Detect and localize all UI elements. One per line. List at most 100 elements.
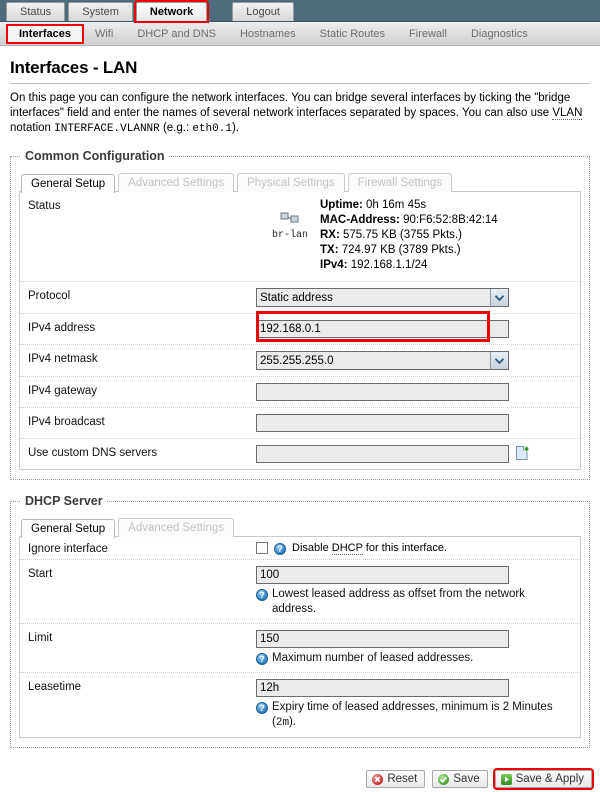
nav-tab-network[interactable]: Network: [133, 0, 210, 23]
custom-dns-label: Use custom DNS servers: [28, 447, 158, 459]
dhcp-leasetime-label: Leasetime: [28, 681, 82, 693]
subnav-item-wifi[interactable]: Wifi: [84, 26, 124, 42]
stat-ipv4-key: IPv4:: [320, 259, 348, 271]
tab-firewall-settings[interactable]: Firewall Settings: [347, 173, 453, 192]
common-config-body: Status br-lan Uptime: 0h 16m 45s MAC-Add…: [19, 191, 581, 470]
help-icon[interactable]: ?: [274, 543, 286, 555]
help-icon[interactable]: ?: [256, 702, 268, 714]
dhcp-start-hint-text: Lowest leased address as offset from the…: [272, 588, 525, 615]
subnav-item-dhcp-and-dns[interactable]: DHCP and DNS: [126, 26, 227, 42]
dhcp-abbr: DHCP: [331, 542, 363, 555]
ipv4-gateway-input[interactable]: [256, 383, 509, 401]
status-field: br-lan Uptime: 0h 16m 45s MAC-Address: 9…: [256, 198, 576, 273]
ipv4-broadcast-input[interactable]: [256, 414, 509, 432]
subnav-item-diagnostics-label: Diagnostics: [470, 27, 528, 40]
leasetime-hint-code: 2m: [275, 717, 290, 729]
dhcp-limit-hint: ? Maximum number of leased addresses.: [256, 651, 566, 666]
page-title: Interfaces - LAN: [10, 58, 590, 84]
nav-tab-status[interactable]: Status: [6, 2, 66, 21]
apply-icon: [500, 773, 512, 785]
leasetime-hint-post: ).: [289, 716, 297, 728]
dhcp-start-label: Start: [28, 568, 53, 580]
stat-mac: MAC-Address: 90:F6:52:8B:42:14: [320, 213, 498, 228]
subnav-item-hostnames-label: Hostnames: [239, 27, 296, 40]
row-protocol: Protocol Static address: [20, 282, 580, 314]
intro-text-4: ).: [231, 122, 239, 134]
ipv4-netmask-select[interactable]: 255.255.255.0: [256, 351, 509, 370]
dhcp-tab-general-setup-label: General Setup: [31, 523, 106, 535]
subnav-item-interfaces[interactable]: Interfaces: [6, 23, 84, 44]
ipv4-address-field: [256, 320, 576, 338]
dhcp-start-field: ? Lowest leased address as offset from t…: [256, 566, 576, 617]
custom-dns-field: [256, 445, 576, 463]
tab-general-setup[interactable]: General Setup: [21, 174, 116, 193]
dhcp-leasetime-input[interactable]: [256, 679, 509, 697]
ignore-interface-label: Ignore interface: [28, 543, 108, 555]
main-content: Interfaces - LAN On this page you can co…: [0, 46, 600, 748]
reset-button-label: Reset: [387, 773, 418, 785]
help-icon[interactable]: ?: [256, 589, 268, 601]
subnav-item-static-routes[interactable]: Static Routes: [309, 26, 396, 42]
vlan-abbr: VLAN: [552, 107, 583, 120]
tab-general-setup-label: General Setup: [31, 178, 106, 190]
stat-uptime-value: 0h 16m 45s: [366, 199, 427, 211]
interface-name: br-lan: [271, 230, 308, 241]
ipv4-gateway-field: [256, 383, 576, 401]
nav-tab-status-label: Status: [20, 6, 52, 18]
tab-advanced-settings-label: Advanced Settings: [128, 177, 225, 189]
stat-ipv4-value: 192.168.1.1/24: [350, 259, 428, 271]
nav-tab-system[interactable]: System: [68, 2, 133, 21]
row-ipv4-gateway: IPv4 gateway: [20, 377, 580, 408]
save-and-apply-button[interactable]: Save & Apply: [492, 768, 595, 790]
ipv4-netmask-select-wrap: 255.255.255.0: [256, 351, 509, 370]
save-button[interactable]: Save: [432, 770, 488, 788]
stat-rx-value: 575.75 KB (3755 Pkts.): [343, 229, 462, 241]
row-dhcp-start: Start ? Lowest leased address as offset …: [20, 560, 580, 624]
stat-tx: TX: 724.97 KB (3789 Pkts.): [320, 243, 498, 258]
dhcp-limit-hint-text: Maximum number of leased addresses.: [272, 652, 474, 664]
intro-text-3: (e.g.:: [159, 122, 193, 134]
dhcp-server-panel: DHCP Server General Setup Advanced Setti…: [10, 494, 590, 748]
protocol-field: Static address: [256, 288, 576, 307]
help-icon[interactable]: ?: [256, 653, 268, 665]
subnav-item-firewall[interactable]: Firewall: [398, 26, 458, 42]
dhcp-tab-advanced-settings-label: Advanced Settings: [128, 522, 225, 534]
tab-physical-settings-label: Physical Settings: [247, 177, 335, 189]
ignore-hint-pre: Disable: [292, 542, 332, 554]
dhcp-tabbar: General Setup Advanced Settings: [21, 518, 581, 538]
leasetime-hint-pre: Expiry time of leased addresses, minimum…: [272, 701, 553, 728]
ignore-interface-checkbox[interactable]: [256, 542, 268, 554]
dhcp-start-input[interactable]: [256, 566, 509, 584]
stat-ipv4: IPv4: 192.168.1.1/24: [320, 258, 498, 273]
add-entry-icon[interactable]: [514, 445, 530, 461]
subnav-item-hostnames[interactable]: Hostnames: [229, 26, 307, 42]
dhcp-limit-input[interactable]: [256, 630, 509, 648]
page-description: On this page you can configure the netwo…: [10, 91, 590, 137]
dhcp-tab-general-setup[interactable]: General Setup: [21, 519, 116, 538]
row-ipv4-address: IPv4 address: [20, 311, 580, 345]
nav-tab-system-label: System: [82, 6, 119, 18]
subnav-item-diagnostics[interactable]: Diagnostics: [460, 26, 539, 42]
row-custom-dns-servers: Use custom DNS servers: [20, 439, 580, 469]
tab-advanced-settings[interactable]: Advanced Settings: [118, 173, 235, 192]
ipv4-address-input[interactable]: [256, 320, 509, 338]
ipv4-broadcast-label: IPv4 broadcast: [28, 416, 105, 428]
nav-tab-network-label: Network: [149, 6, 194, 18]
reset-button[interactable]: Reset: [366, 770, 426, 788]
dhcp-start-hint: ? Lowest leased address as offset from t…: [256, 587, 566, 617]
custom-dns-input[interactable]: [256, 445, 509, 463]
stat-mac-key: MAC-Address:: [320, 214, 400, 226]
network-interface-icon: [268, 212, 312, 228]
dhcp-tab-advanced-settings[interactable]: Advanced Settings: [118, 518, 235, 537]
nav-tab-logout[interactable]: Logout: [232, 2, 294, 21]
row-ipv4-netmask: IPv4 netmask 255.255.255.0: [20, 345, 580, 377]
tab-physical-settings[interactable]: Physical Settings: [237, 173, 345, 192]
intro-code-eth0-1: eth0.1: [192, 123, 232, 135]
protocol-select[interactable]: Static address: [256, 288, 509, 307]
dhcp-leasetime-field: ? Expiry time of leased addresses, minim…: [256, 679, 576, 731]
row-ignore-interface: Ignore interface ? Disable DHCP for this…: [20, 537, 580, 560]
form-actions: Reset Save Save & Apply: [366, 768, 595, 790]
save-icon: [438, 773, 450, 785]
interface-status-box: br-lan Uptime: 0h 16m 45s MAC-Address: 9…: [256, 198, 576, 273]
dhcp-limit-label: Limit: [28, 632, 53, 644]
